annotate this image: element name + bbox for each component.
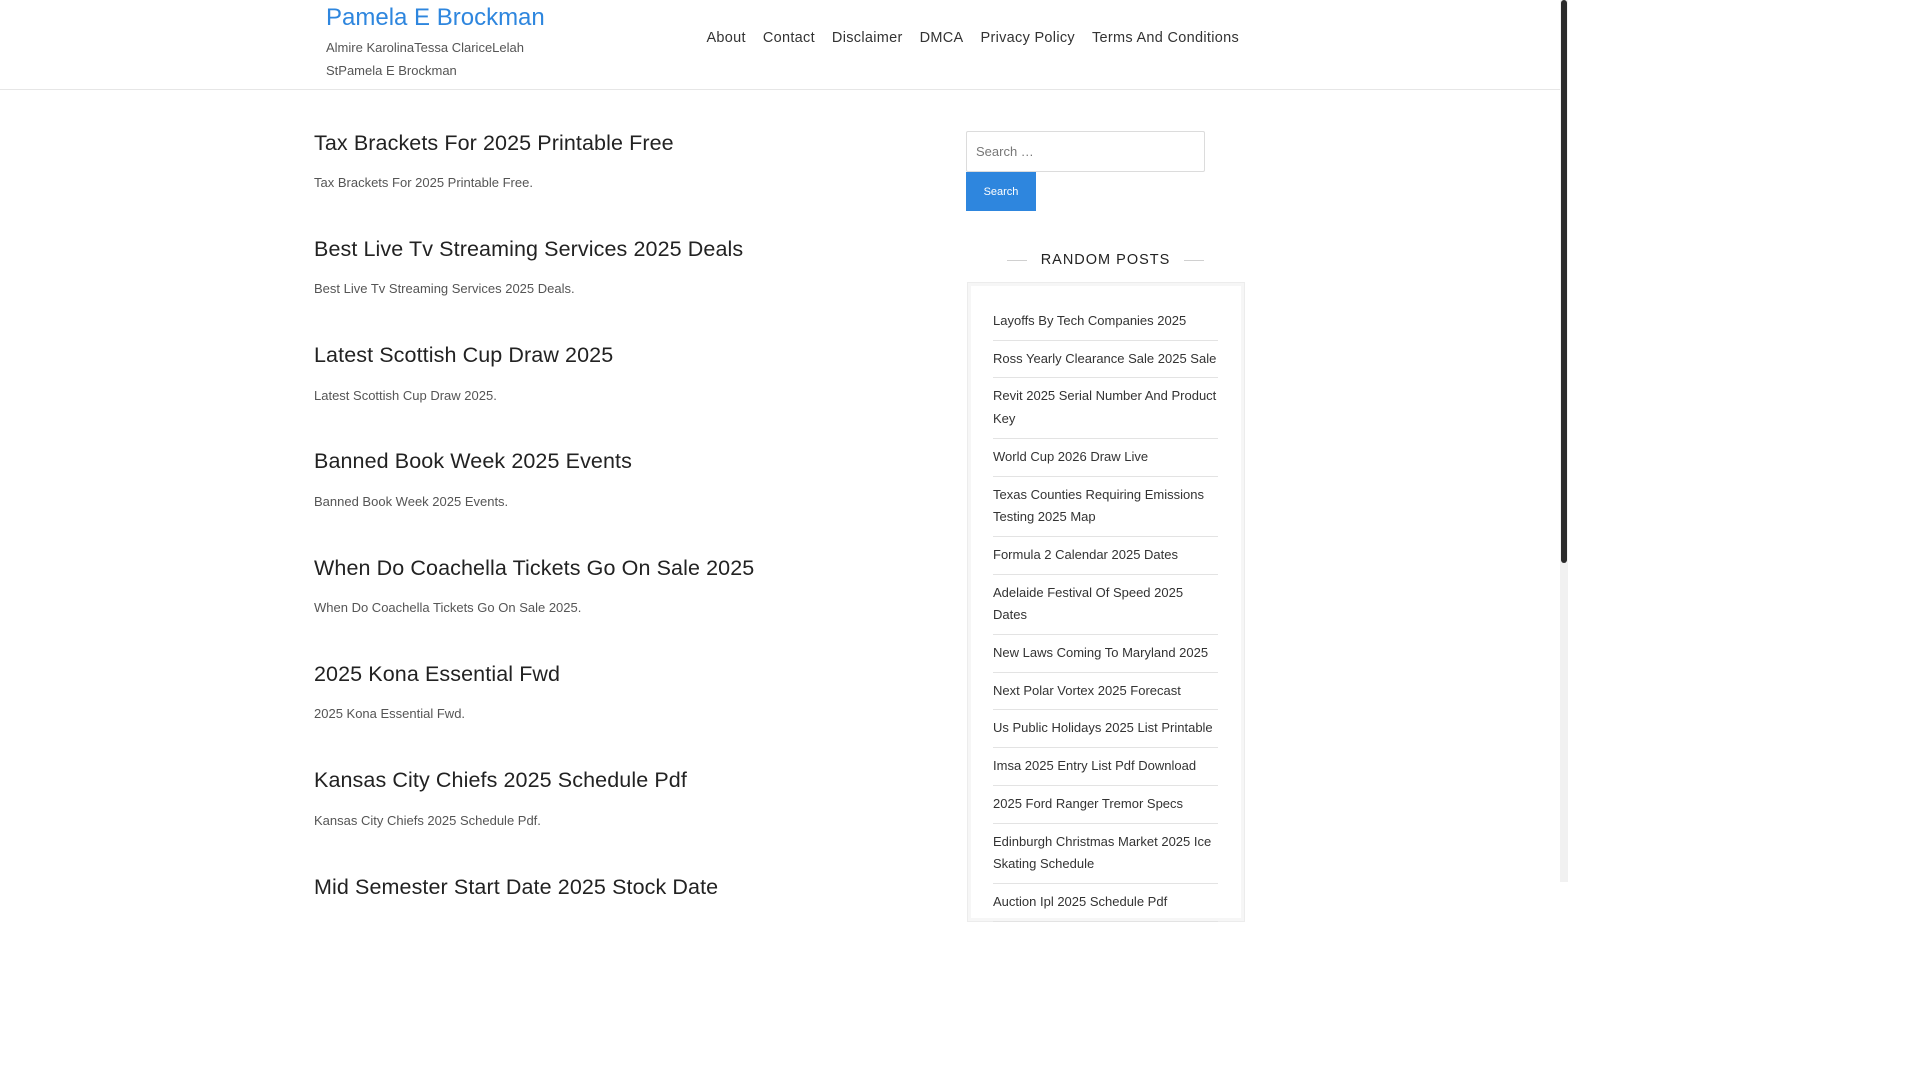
list-item: Formula 2 Calendar 2025 Dates bbox=[993, 537, 1218, 575]
random-post-link[interactable]: Texas Counties Requiring Emissions Testi… bbox=[993, 487, 1204, 525]
random-post-link[interactable]: Formula 2 Calendar 2025 Dates bbox=[993, 547, 1178, 562]
list-item: Texas Counties Requiring Emissions Testi… bbox=[993, 477, 1218, 537]
random-post-link[interactable]: New Laws Coming To Maryland 2025 bbox=[993, 645, 1208, 660]
random-post-link[interactable]: Layoffs By Tech Companies 2025 bbox=[993, 313, 1186, 328]
scrollbar-track[interactable] bbox=[1560, 0, 1568, 882]
list-item: Next Polar Vortex 2025 Forecast bbox=[993, 673, 1218, 711]
post: Mid Semester Start Date 2025 Stock Date bbox=[314, 866, 934, 972]
post-title[interactable]: Kansas City Chiefs 2025 Schedule Pdf bbox=[314, 760, 934, 802]
random-posts-title: RANDOM POSTS bbox=[1040, 252, 1171, 268]
random-post-link[interactable]: Imsa 2025 Entry List Pdf Download bbox=[993, 758, 1196, 773]
post-title[interactable]: Best Live Tv Streaming Services 2025 Dea… bbox=[314, 228, 934, 270]
random-post-link[interactable]: World Cup 2026 Draw Live bbox=[993, 449, 1148, 464]
list-item: Adelaide Festival Of Speed 2025 Dates bbox=[993, 575, 1218, 636]
list-item: 2025 Ford Ranger Tremor Specs bbox=[993, 786, 1218, 824]
random-post-link[interactable]: Next Polar Vortex 2025 Forecast bbox=[993, 683, 1181, 698]
post-excerpt: When Do Coachella Tickets Go On Sale 202… bbox=[314, 600, 582, 616]
list-item: Auction Ipl 2025 Schedule Pdf bbox=[993, 884, 1218, 922]
post-excerpt: Latest Scottish Cup Draw 2025. bbox=[314, 387, 497, 403]
list-item: Ross Yearly Clearance Sale 2025 Sale bbox=[993, 341, 1218, 379]
list-item: Us Public Holidays 2025 List Printable bbox=[993, 710, 1218, 749]
random-post-link[interactable]: Us Public Holidays 2025 List Printable bbox=[993, 720, 1213, 735]
post-excerpt: Best Live Tv Streaming Services 2025 Dea… bbox=[314, 281, 575, 297]
post: Latest Scottish Cup Draw 2025 Latest Sco… bbox=[314, 335, 934, 441]
random-post-link[interactable]: Edinburgh Christmas Market 2025 Ice Skat… bbox=[993, 834, 1211, 872]
list-item: New Laws Coming To Maryland 2025 bbox=[993, 635, 1218, 673]
main-nav: About Contact Disclaimer DMCA Privacy Po… bbox=[706, 30, 1239, 46]
list-item: World Cup 2026 Draw Live bbox=[993, 439, 1218, 477]
heading-divider bbox=[1006, 259, 1027, 261]
post: Banned Book Week 2025 Events Banned Book… bbox=[314, 441, 934, 547]
list-item: Edinburgh Christmas Market 2025 Ice Skat… bbox=[993, 824, 1218, 884]
list-item: Layoffs By Tech Companies 2025 bbox=[993, 303, 1218, 341]
post-title[interactable]: Tax Brackets For 2025 Printable Free bbox=[314, 122, 934, 164]
nav-dmca[interactable]: DMCA bbox=[920, 30, 964, 46]
post-title[interactable]: 2025 Kona Essential Fwd bbox=[314, 653, 934, 695]
post-title[interactable]: When Do Coachella Tickets Go On Sale 202… bbox=[314, 547, 934, 589]
nav-privacy-policy[interactable]: Privacy Policy bbox=[981, 30, 1075, 46]
nav-contact[interactable]: Contact bbox=[763, 30, 815, 46]
search-input[interactable] bbox=[966, 131, 1205, 172]
post-excerpt: Banned Book Week 2025 Events. bbox=[314, 493, 509, 509]
post: Best Live Tv Streaming Services 2025 Dea… bbox=[314, 228, 934, 334]
site-header: Pamela E Brockman Almire KarolinaTessa C… bbox=[0, 0, 1560, 90]
post: When Do Coachella Tickets Go On Sale 202… bbox=[314, 547, 934, 653]
site-description: Almire KarolinaTessa ClariceLelah StPame… bbox=[326, 40, 524, 78]
scrollbar-thumb[interactable] bbox=[1561, 0, 1567, 563]
post: 2025 Kona Essential Fwd 2025 Kona Essent… bbox=[314, 653, 934, 759]
random-post-link[interactable]: 2025 Ford Ranger Tremor Specs bbox=[993, 796, 1183, 811]
random-posts-heading: RANDOM POSTS bbox=[966, 248, 1245, 272]
list-item: Revit 2025 Serial Number And Product Key bbox=[993, 378, 1218, 439]
post-excerpt: 2025 Kona Essential Fwd. bbox=[314, 706, 466, 722]
post-title[interactable]: Banned Book Week 2025 Events bbox=[314, 441, 934, 483]
search-button[interactable]: Search bbox=[966, 172, 1036, 211]
list-item: Imsa 2025 Entry List Pdf Download bbox=[993, 748, 1218, 786]
post-excerpt: Tax Brackets For 2025 Printable Free. bbox=[314, 175, 533, 190]
random-post-link[interactable]: Adelaide Festival Of Speed 2025 Dates bbox=[993, 585, 1183, 623]
post-title[interactable]: Mid Semester Start Date 2025 Stock Date bbox=[314, 866, 934, 908]
nav-about[interactable]: About bbox=[706, 30, 745, 46]
nav-terms-and-conditions[interactable]: Terms And Conditions bbox=[1092, 30, 1239, 46]
site-title[interactable]: Pamela E Brockman bbox=[326, 4, 545, 32]
post-excerpt: Kansas City Chiefs 2025 Schedule Pdf. bbox=[314, 812, 541, 828]
post: Tax Brackets For 2025 Printable Free Tax… bbox=[314, 122, 934, 228]
random-post-link[interactable]: Ross Yearly Clearance Sale 2025 Sale bbox=[993, 351, 1216, 366]
heading-divider bbox=[1184, 259, 1205, 261]
post-title[interactable]: Latest Scottish Cup Draw 2025 bbox=[314, 335, 934, 377]
random-post-link[interactable]: Revit 2025 Serial Number And Product Key bbox=[993, 388, 1216, 426]
post: Kansas City Chiefs 2025 Schedule Pdf Kan… bbox=[314, 760, 934, 866]
random-posts-list: Layoffs By Tech Companies 2025 Ross Year… bbox=[993, 303, 1218, 922]
post-list: Tax Brackets For 2025 Printable Free Tax… bbox=[314, 122, 934, 972]
random-post-link[interactable]: Auction Ipl 2025 Schedule Pdf bbox=[993, 894, 1167, 909]
nav-disclaimer[interactable]: Disclaimer bbox=[832, 30, 903, 46]
